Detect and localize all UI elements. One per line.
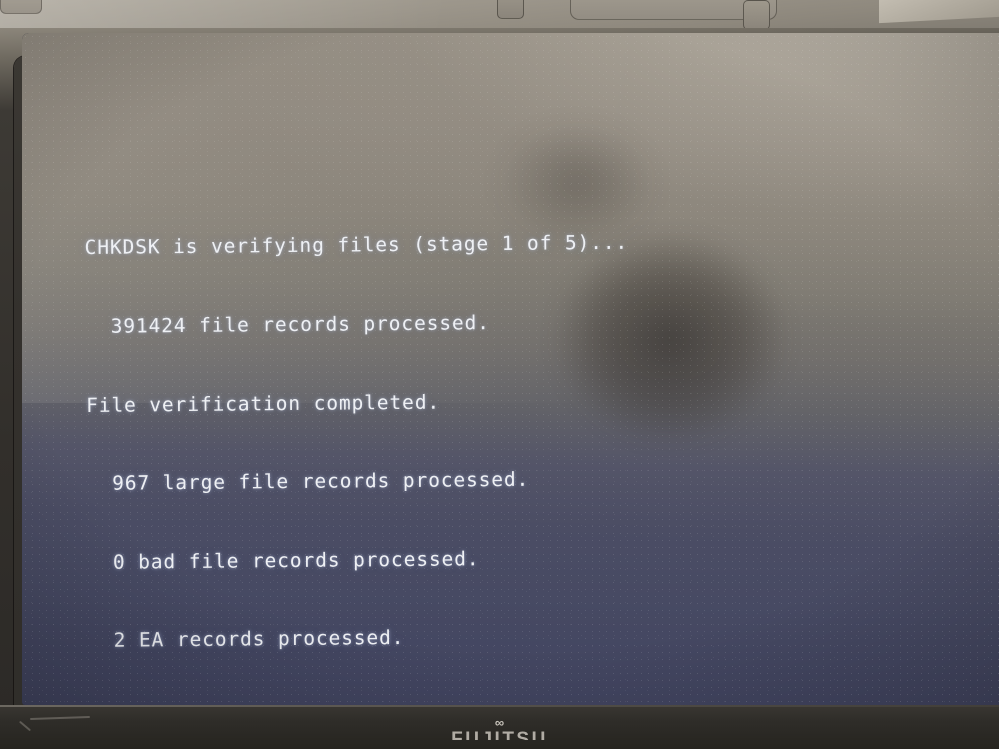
application-button[interactable] (743, 0, 770, 30)
brand-logo: ∞ FUJITSU (0, 715, 999, 740)
bezel-highlight (0, 705, 999, 707)
brand-name: FUJITSU (451, 729, 548, 740)
laptop-photo: CHKDSK is verifying files (stage 1 of 5)… (0, 0, 999, 749)
power-button[interactable] (497, 0, 524, 19)
laptop-screen[interactable]: CHKDSK is verifying files (stage 1 of 5)… (22, 33, 999, 705)
deck-corner-panel (0, 0, 42, 14)
fujitsu-infinity-icon: ∞ (494, 715, 505, 730)
screen-dust-noise (22, 33, 999, 705)
